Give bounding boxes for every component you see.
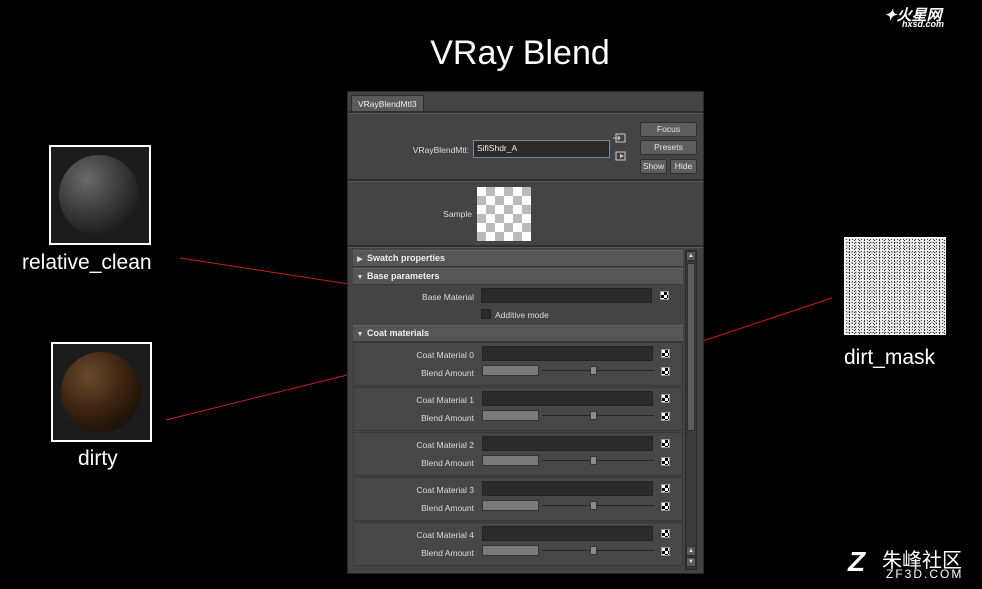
blend-slider-track[interactable] xyxy=(542,550,654,551)
vertical-scrollbar[interactable]: ▲ ▲ ▼ xyxy=(685,250,697,570)
sample-divider xyxy=(348,245,703,248)
blend-slider-knob[interactable] xyxy=(590,411,597,420)
hide-button[interactable]: Hide xyxy=(670,159,697,174)
blend-amount-label: Blend Amount xyxy=(421,368,474,378)
coat-group-2: Coat Material 2 Blend Amount xyxy=(353,432,683,476)
map-button-checker-icon[interactable] xyxy=(661,547,670,556)
blend-slider-track[interactable] xyxy=(542,505,654,506)
blend-amount-color[interactable] xyxy=(482,365,539,376)
coat-material-slot[interactable] xyxy=(482,526,653,541)
vray-blend-attribute-panel: VRayBlendMtl3 VRayBlendMtl: SifiShdr_A F… xyxy=(347,91,704,574)
additive-mode-label: Additive mode xyxy=(495,310,549,320)
show-button[interactable]: Show xyxy=(640,159,667,174)
expanded-arrow-icon: ▼ xyxy=(356,274,364,281)
coat-material-slot[interactable] xyxy=(482,391,653,406)
scrollbar-thumb[interactable] xyxy=(687,263,695,431)
blend-amount-label: Blend Amount xyxy=(421,548,474,558)
blend-slider-track[interactable] xyxy=(542,415,654,416)
scroll-up-arrow-icon[interactable]: ▲ xyxy=(686,546,696,556)
map-button-checker-icon[interactable] xyxy=(661,367,670,376)
scroll-down-arrow-icon[interactable]: ▼ xyxy=(686,557,696,567)
map-button-checker-icon[interactable] xyxy=(661,439,670,448)
blend-slider-knob[interactable] xyxy=(590,366,597,375)
map-button-checker-icon[interactable] xyxy=(661,502,670,511)
map-button-checker-icon[interactable] xyxy=(661,394,670,403)
blend-amount-color[interactable] xyxy=(482,410,539,421)
blend-amount-label: Blend Amount xyxy=(421,458,474,468)
blend-amount-label: Blend Amount xyxy=(421,413,474,423)
coat-material-label: Coat Material 3 xyxy=(416,485,474,495)
blend-amount-color[interactable] xyxy=(482,545,539,556)
base-material-label: Base Material xyxy=(422,292,474,302)
zf3d-z-logo-icon: Z xyxy=(848,546,866,577)
map-button-checker-icon[interactable] xyxy=(661,412,670,421)
coat-material-label: Coat Material 1 xyxy=(416,395,474,405)
coat-material-slot[interactable] xyxy=(482,346,653,361)
focus-button[interactable]: Focus xyxy=(640,122,697,137)
coat-group-4: Coat Material 4 Blend Amount xyxy=(353,522,683,566)
zf3d-watermark-logo: Z 朱峰社区 ZF3D.COM xyxy=(848,544,978,582)
coat-group-3: Coat Material 3 Blend Amount xyxy=(353,477,683,521)
map-button-checker-icon[interactable] xyxy=(661,349,670,358)
input-connection-icon[interactable] xyxy=(613,132,627,144)
zf3d-url: ZF3D.COM xyxy=(886,567,964,581)
section-coat-materials[interactable]: ▼ Coat materials xyxy=(353,325,683,342)
presets-button[interactable]: Presets xyxy=(640,140,697,155)
blend-slider-track[interactable] xyxy=(542,370,654,371)
header-divider xyxy=(348,179,703,182)
coat-group-0: Coat Material 0 Blend Amount xyxy=(353,342,683,386)
sample-label: Sample xyxy=(443,209,472,219)
coat-material-label: Coat Material 4 xyxy=(416,530,474,540)
map-button-checker-icon[interactable] xyxy=(661,484,670,493)
map-button-checker-icon[interactable] xyxy=(661,457,670,466)
map-button-checker-icon[interactable] xyxy=(660,291,669,300)
map-button-checker-icon[interactable] xyxy=(661,529,670,538)
coat-material-slot[interactable] xyxy=(482,436,653,451)
output-connection-icon[interactable] xyxy=(615,150,629,162)
blend-slider-knob[interactable] xyxy=(590,546,597,555)
coat-material-label: Coat Material 2 xyxy=(416,440,474,450)
material-name-input[interactable]: SifiShdr_A xyxy=(473,140,610,158)
tab-divider xyxy=(348,111,703,114)
mtl-name-label: VRayBlendMtl: xyxy=(412,145,469,155)
tab-vrayblendmtl3[interactable]: VRayBlendMtl3 xyxy=(351,95,424,112)
coat-material-slot[interactable] xyxy=(482,481,653,496)
coat-group-1: Coat Material 1 Blend Amount xyxy=(353,387,683,431)
hxsd-watermark-logo: ✦火星网 hxsd.com xyxy=(884,4,974,30)
hxsd-url: hxsd.com xyxy=(902,19,945,29)
blend-amount-color[interactable] xyxy=(482,455,539,466)
additive-mode-checkbox[interactable] xyxy=(481,309,491,319)
blend-slider-track[interactable] xyxy=(542,460,654,461)
blend-amount-label: Blend Amount xyxy=(421,503,474,513)
coat-material-label: Coat Material 0 xyxy=(416,350,474,360)
blend-slider-knob[interactable] xyxy=(590,501,597,510)
material-sample-swatch xyxy=(477,187,531,241)
collapsed-arrow-icon: ▶ xyxy=(357,256,363,263)
blend-amount-color[interactable] xyxy=(482,500,539,511)
section-base-parameters[interactable]: ▼ Base parameters xyxy=(353,268,683,285)
section-swatch-properties[interactable]: ▶ Swatch properties xyxy=(353,250,683,267)
base-material-slot[interactable] xyxy=(481,288,652,303)
scroll-up-arrow-icon[interactable]: ▲ xyxy=(686,251,696,261)
blend-slider-knob[interactable] xyxy=(590,456,597,465)
expanded-arrow-icon: ▼ xyxy=(356,331,364,338)
